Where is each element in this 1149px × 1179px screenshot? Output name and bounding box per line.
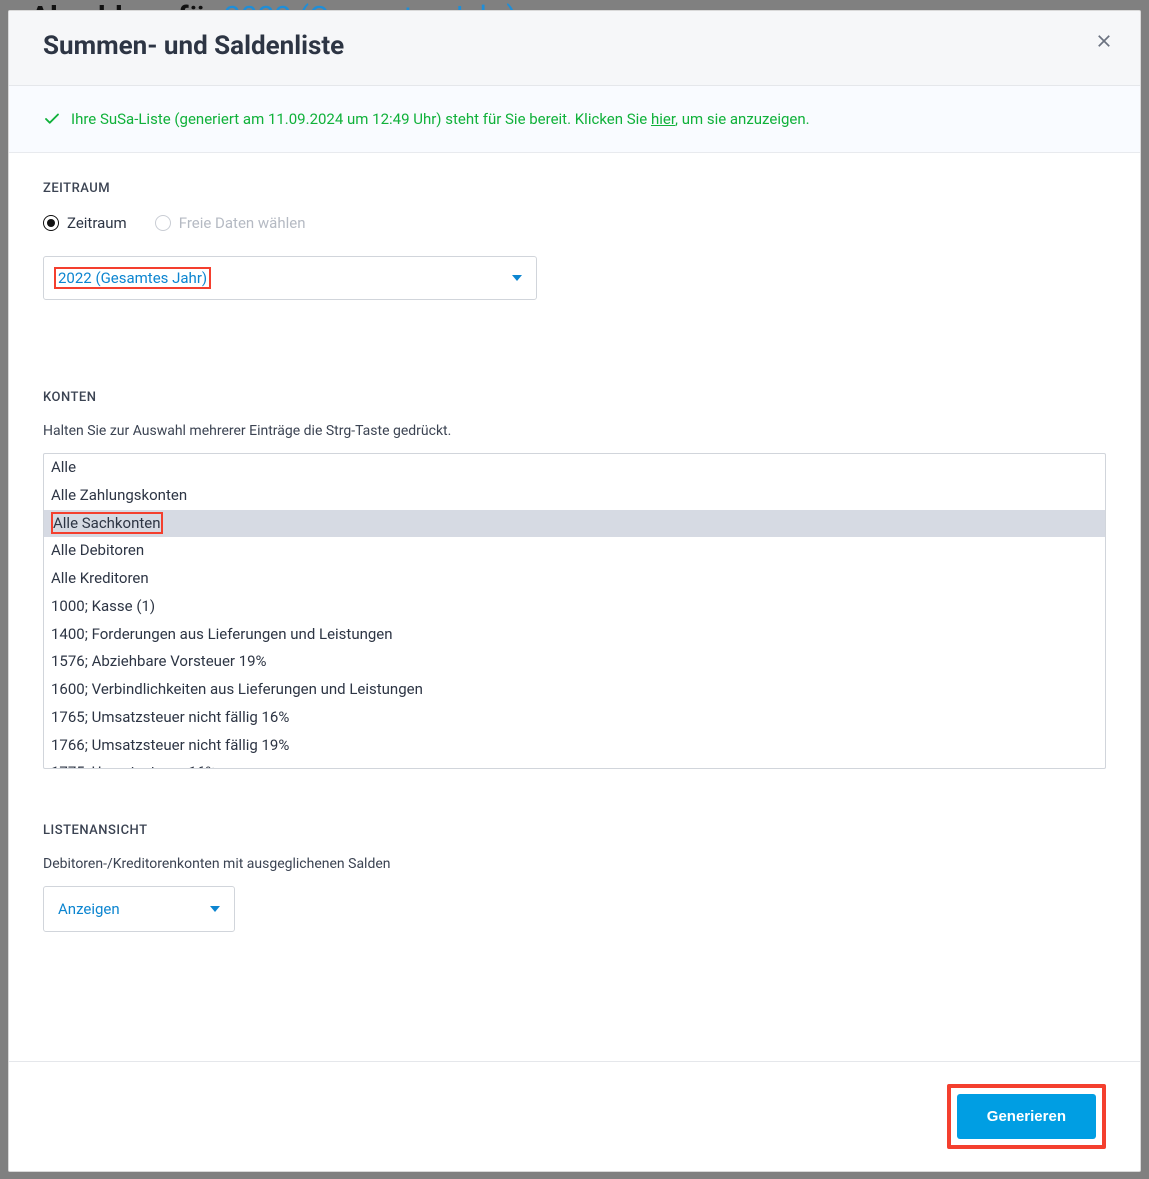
listenansicht-sub: Debitoren-/Kreditorenkonten mit ausgegli… <box>43 856 1106 872</box>
chevron-down-icon <box>512 275 522 281</box>
zeitraum-label: ZEITRAUM <box>43 181 1106 196</box>
modal-header: Summen- und Saldenliste <box>9 11 1140 86</box>
listenansicht-select[interactable]: Anzeigen <box>43 886 235 932</box>
generate-button[interactable]: Generieren <box>957 1094 1096 1139</box>
list-item[interactable]: 1400; Forderungen aus Lieferungen und Le… <box>44 621 1105 649</box>
listenansicht-label: LISTENANSICHT <box>43 823 1106 838</box>
modal-footer: Generieren <box>9 1061 1140 1171</box>
list-item[interactable]: 1766; Umsatzsteuer nicht fällig 19% <box>44 732 1105 760</box>
radio-zeitraum[interactable]: Zeitraum <box>43 214 127 232</box>
zeitraum-select-value: 2022 (Gesamtes Jahr) <box>54 267 211 289</box>
konten-list-scroll[interactable]: AlleAlle ZahlungskontenAlle SachkontenAl… <box>44 454 1105 768</box>
success-text: Ihre SuSa-Liste (generiert am 11.09.2024… <box>71 110 810 128</box>
konten-label: KONTEN <box>43 390 1106 405</box>
chevron-down-icon <box>210 906 220 912</box>
list-item[interactable]: 1000; Kasse (1) <box>44 593 1105 621</box>
success-link[interactable]: hier <box>651 110 675 128</box>
zeitraum-select[interactable]: 2022 (Gesamtes Jahr) <box>43 256 537 300</box>
list-item[interactable]: 1600; Verbindlichkeiten aus Lieferungen … <box>44 676 1105 704</box>
generate-highlight: Generieren <box>947 1084 1106 1149</box>
konten-listbox: AlleAlle ZahlungskontenAlle SachkontenAl… <box>43 453 1106 769</box>
list-item[interactable]: 1775; Umsatzsteuer 16% <box>44 759 1105 768</box>
check-icon <box>43 110 61 128</box>
radio-freie-daten[interactable]: Freie Daten wählen <box>155 214 306 232</box>
list-item[interactable]: Alle Kreditoren <box>44 565 1105 593</box>
success-banner: Ihre SuSa-Liste (generiert am 11.09.2024… <box>9 86 1140 153</box>
list-item[interactable]: 1576; Abziehbare Vorsteuer 19% <box>44 648 1105 676</box>
list-item[interactable]: 1765; Umsatzsteuer nicht fällig 16% <box>44 704 1105 732</box>
list-item[interactable]: Alle Zahlungskonten <box>44 482 1105 510</box>
list-item[interactable]: Alle Sachkonten <box>44 510 1105 538</box>
listenansicht-value: Anzeigen <box>58 900 120 918</box>
radio-icon-checked <box>43 215 59 231</box>
list-item[interactable]: Alle Debitoren <box>44 537 1105 565</box>
zeitraum-radio-group: Zeitraum Freie Daten wählen <box>43 214 1106 232</box>
close-icon[interactable] <box>1090 27 1118 55</box>
radio-icon-unchecked <box>155 215 171 231</box>
list-item[interactable]: Alle <box>44 454 1105 482</box>
susa-modal: Summen- und Saldenliste Ihre SuSa-Liste … <box>8 10 1141 1172</box>
form-body: ZEITRAUM Zeitraum Freie Daten wählen 202… <box>9 153 1140 1061</box>
konten-help: Halten Sie zur Auswahl mehrerer Einträge… <box>43 423 1106 439</box>
modal-title: Summen- und Saldenliste <box>43 31 1106 61</box>
